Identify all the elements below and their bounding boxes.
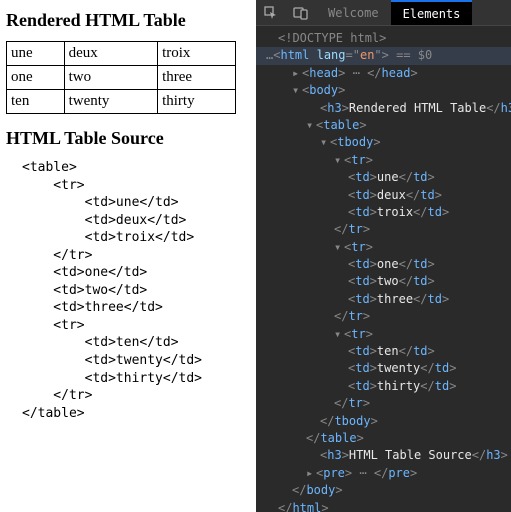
table-cell: two	[64, 66, 158, 90]
html-node[interactable]: …<html lang="en"> == $0	[256, 47, 511, 64]
td-node[interactable]: <td>twenty</td>	[256, 360, 511, 377]
rendered-table: une deux troix one two three ten twenty …	[6, 41, 236, 114]
inspect-element-icon[interactable]	[256, 0, 286, 25]
pre-node[interactable]: ▸<pre> ⋯ </pre>	[256, 465, 511, 482]
source-code-block: <table> <tr> <td>une</td> <td>deux</td> …	[6, 159, 250, 422]
tab-elements[interactable]: Elements	[391, 0, 473, 25]
tr-close[interactable]: </tr>	[256, 221, 511, 238]
body-node[interactable]: ▾<body>	[256, 82, 511, 99]
tbody-node[interactable]: ▾<tbody>	[256, 134, 511, 151]
table-close[interactable]: </table>	[256, 430, 511, 447]
table-cell: deux	[64, 42, 158, 66]
td-node[interactable]: <td>two</td>	[256, 273, 511, 290]
td-node[interactable]: <td>troix</td>	[256, 204, 511, 221]
table-cell: three	[158, 66, 236, 90]
body-close[interactable]: </body>	[256, 482, 511, 499]
doctype-node[interactable]: <!DOCTYPE html>	[278, 31, 386, 45]
table-cell: one	[7, 66, 65, 90]
tr-node[interactable]: ▾<tr>	[256, 326, 511, 343]
rendered-pane: Rendered HTML Table une deux troix one t…	[0, 0, 256, 512]
tr-node[interactable]: ▾<tr>	[256, 239, 511, 256]
td-node[interactable]: <td>ten</td>	[256, 343, 511, 360]
table-row: ten twenty thirty	[7, 90, 236, 114]
td-node[interactable]: <td>three</td>	[256, 291, 511, 308]
td-node[interactable]: <td>deux</td>	[256, 187, 511, 204]
html-close[interactable]: </html>	[256, 500, 511, 512]
h3-node[interactable]: <h3>Rendered HTML Table</h3>	[256, 100, 511, 117]
td-node[interactable]: <td>une</td>	[256, 169, 511, 186]
table-cell: ten	[7, 90, 65, 114]
table-row: une deux troix	[7, 42, 236, 66]
h3-node[interactable]: <h3>HTML Table Source</h3>	[256, 447, 511, 464]
devtools-toolbar: Welcome Elements	[256, 0, 511, 26]
tbody-close[interactable]: </tbody>	[256, 413, 511, 430]
heading-table-source: HTML Table Source	[6, 128, 250, 149]
tr-node[interactable]: ▾<tr>	[256, 152, 511, 169]
tr-close[interactable]: </tr>	[256, 308, 511, 325]
table-cell: twenty	[64, 90, 158, 114]
tr-close[interactable]: </tr>	[256, 395, 511, 412]
devtools-dom-tree[interactable]: <!DOCTYPE html> …<html lang="en"> == $0 …	[256, 26, 511, 512]
tab-welcome[interactable]: Welcome	[316, 0, 391, 25]
table-cell: une	[7, 42, 65, 66]
devtools-pane: Welcome Elements <!DOCTYPE html> …<html …	[256, 0, 511, 512]
device-toggle-icon[interactable]	[286, 0, 316, 25]
table-cell: troix	[158, 42, 236, 66]
heading-rendered-table: Rendered HTML Table	[6, 10, 250, 31]
table-cell: thirty	[158, 90, 236, 114]
head-node[interactable]: ▸<head> ⋯ </head>	[256, 65, 511, 82]
table-node[interactable]: ▾<table>	[256, 117, 511, 134]
td-node[interactable]: <td>one</td>	[256, 256, 511, 273]
table-row: one two three	[7, 66, 236, 90]
td-node[interactable]: <td>thirty</td>	[256, 378, 511, 395]
